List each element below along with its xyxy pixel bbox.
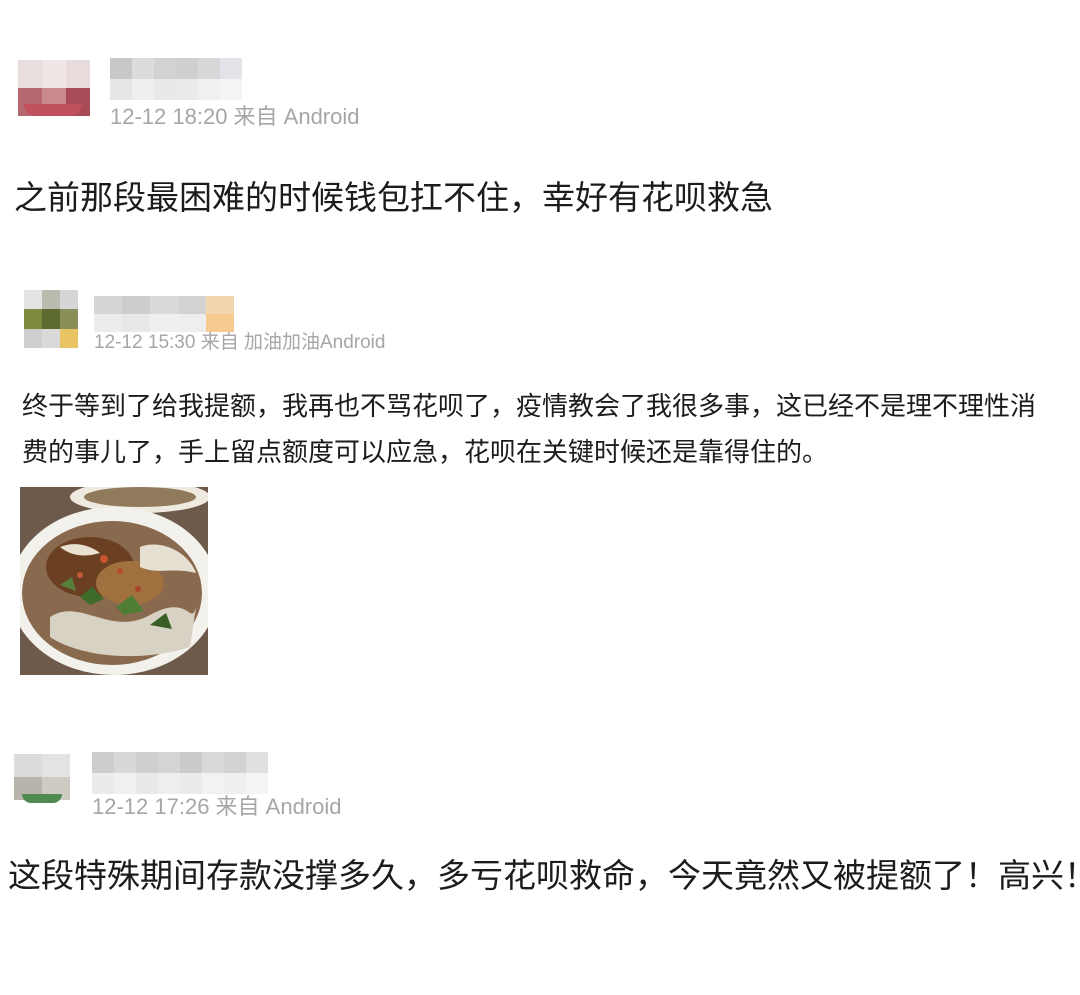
avatar-shadow (22, 794, 62, 803)
comment-item: 12-12 17:26 来自 Android 这段特殊期间存款没撑多久，多亏花呗… (0, 0, 1080, 995)
username-blurred[interactable] (92, 752, 268, 794)
comment-text: 这段特殊期间存款没撑多久，多亏花呗救命，今天竟然又被提额了！高兴！ (8, 856, 1080, 895)
comment-meta: 12-12 17:26 来自 Android (92, 794, 342, 819)
